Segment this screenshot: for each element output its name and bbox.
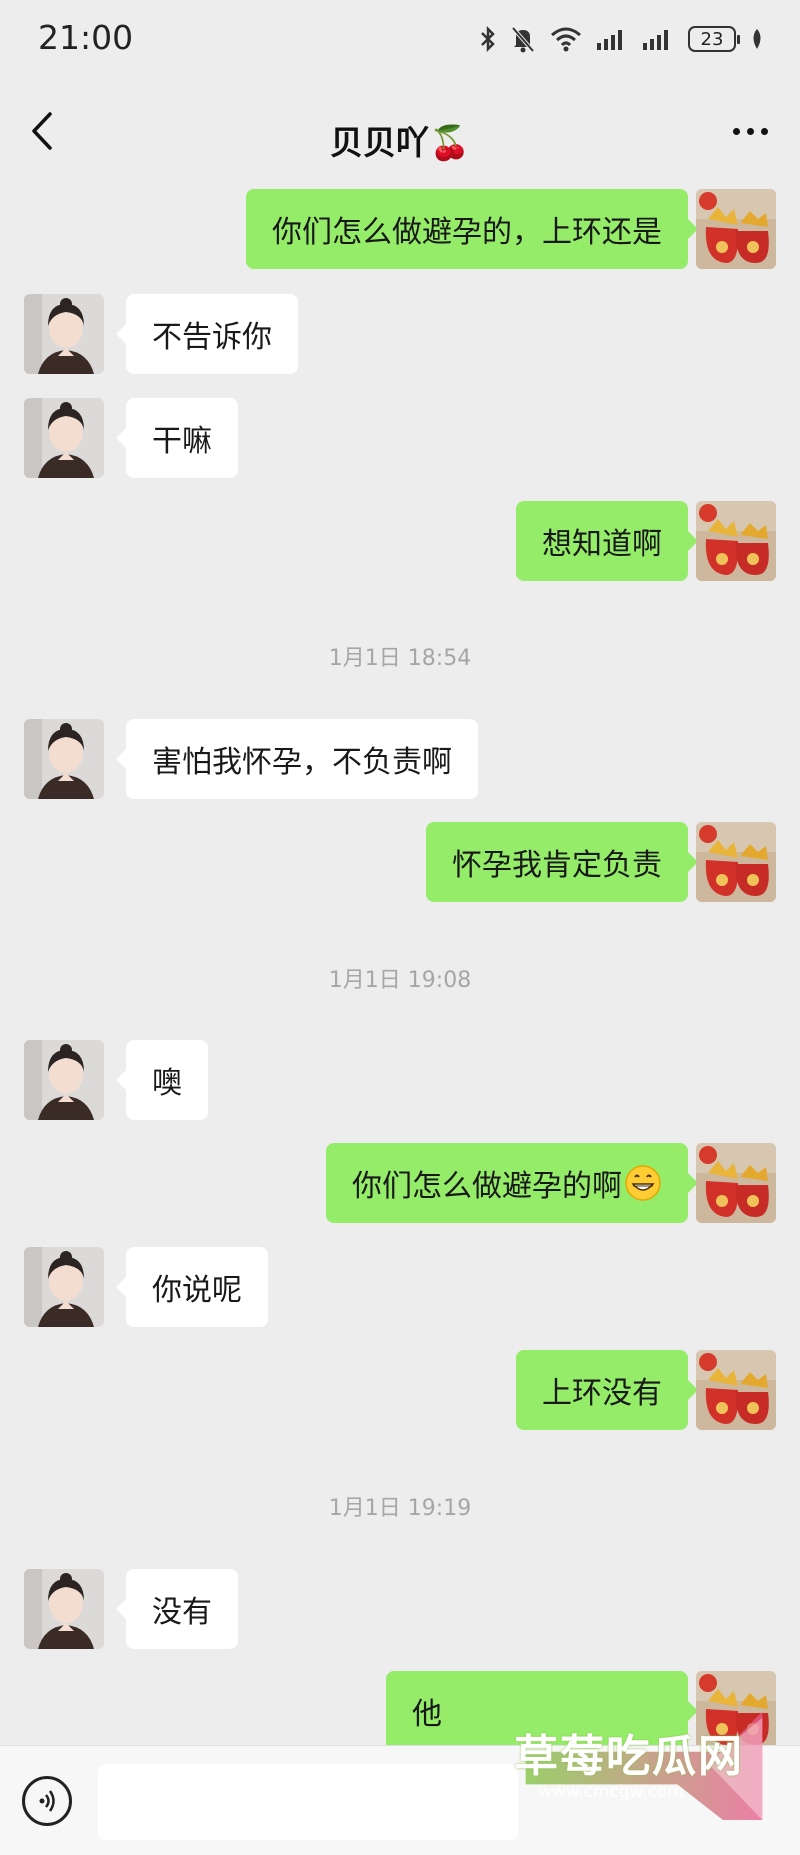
avatar[interactable] (24, 398, 104, 478)
signal-icon (597, 30, 622, 50)
red-gift-bag-icon (696, 822, 776, 902)
message-bubble[interactable]: 想知道啊 (516, 501, 698, 581)
message-bubble[interactable]: 不告诉你 (116, 294, 298, 374)
message-row: 害怕我怀孕，不负责啊 (0, 719, 800, 799)
message-row: 干嘛 (0, 398, 800, 478)
message-bubble[interactable]: 你说呢 (116, 1247, 268, 1327)
avatar[interactable] (24, 1569, 104, 1649)
avatar[interactable] (696, 1143, 776, 1223)
message-row: 你们怎么做避孕的啊 (0, 1143, 800, 1223)
message-row: 你说呢 (0, 1247, 800, 1327)
signal-icon (643, 30, 668, 50)
battery-level: 23 (700, 28, 724, 50)
more-button[interactable] (722, 108, 778, 154)
woman-portrait-icon (24, 719, 104, 799)
message-bubble[interactable]: 没有 (116, 1569, 238, 1649)
message-row: 没有 (0, 1569, 800, 1649)
status-time: 21:00 (38, 18, 134, 57)
message-row: 你们怎么做避孕的，上环还是 (0, 189, 800, 269)
mute-bell-icon (511, 26, 535, 53)
message-row: 上环没有 (0, 1350, 800, 1430)
woman-portrait-icon (24, 398, 104, 478)
voice-icon (39, 1790, 55, 1812)
avatar[interactable] (696, 1350, 776, 1430)
chat-screen: 21:00 23 贝贝吖🍒 你们怎么做避孕的，上环还是 不告诉你 干嘛 想知道啊… (0, 0, 800, 1855)
message-row: 噢 (0, 1040, 800, 1120)
chat-title: 贝贝吖🍒 (329, 123, 471, 162)
red-gift-bag-icon (696, 189, 776, 269)
battery-icon: 23 (688, 26, 740, 52)
avatar[interactable] (24, 294, 104, 374)
message-bubble[interactable]: 你们怎么做避孕的，上环还是 (246, 189, 698, 269)
leaf-icon (753, 29, 761, 49)
message-row: 不告诉你 (0, 294, 800, 374)
more-dot (732, 127, 740, 135)
message-row: 怀孕我肯定负责 (0, 822, 800, 902)
avatar[interactable] (24, 1040, 104, 1120)
status-bar: 21:00 23 (0, 0, 800, 78)
woman-portrait-icon (24, 294, 104, 374)
timestamp: 1月1日 18:54 (328, 646, 472, 671)
watermark-url: www.cmcgw.com (538, 1782, 684, 1802)
avatar[interactable] (24, 1247, 104, 1327)
grinning-face-icon (625, 1165, 661, 1201)
wifi-icon (551, 27, 581, 52)
message-row: 想知道啊 (0, 501, 800, 581)
avatar[interactable] (24, 719, 104, 799)
woman-portrait-icon (24, 1040, 104, 1120)
status-icons: 23 (480, 20, 764, 58)
woman-portrait-icon (24, 1569, 104, 1649)
avatar[interactable] (696, 189, 776, 269)
red-gift-bag-icon (696, 1350, 776, 1430)
voice-button[interactable] (22, 1776, 72, 1826)
more-dot (746, 127, 754, 135)
message-bubble[interactable]: 你们怎么做避孕的啊 (326, 1143, 698, 1223)
chat-header: 贝贝吖🍒 (0, 78, 800, 182)
watermark: 草莓吃瓜网 www.cmcgw.com (488, 1710, 800, 1855)
message-bubble[interactable]: 干嘛 (116, 398, 238, 478)
avatar[interactable] (696, 501, 776, 581)
avatar[interactable] (696, 822, 776, 902)
watermark-title: 草莓吃瓜网 (514, 1731, 744, 1782)
more-dot (760, 127, 768, 135)
bluetooth-icon (481, 25, 495, 53)
message-text: 他 (412, 1697, 442, 1732)
timestamp: 1月1日 19:08 (328, 968, 472, 993)
message-bubble[interactable]: 上环没有 (516, 1350, 698, 1430)
message-text: 你们怎么做避孕的啊 (352, 1169, 622, 1204)
red-gift-bag-icon (696, 1143, 776, 1223)
woman-portrait-icon (24, 1247, 104, 1327)
message-bubble[interactable]: 噢 (116, 1040, 208, 1120)
red-gift-bag-icon (696, 501, 776, 581)
timestamp: 1月1日 19:19 (328, 1496, 472, 1521)
message-bubble[interactable]: 怀孕我肯定负责 (426, 822, 698, 902)
message-input[interactable] (98, 1764, 518, 1840)
message-bubble[interactable]: 害怕我怀孕，不负责啊 (116, 719, 478, 799)
